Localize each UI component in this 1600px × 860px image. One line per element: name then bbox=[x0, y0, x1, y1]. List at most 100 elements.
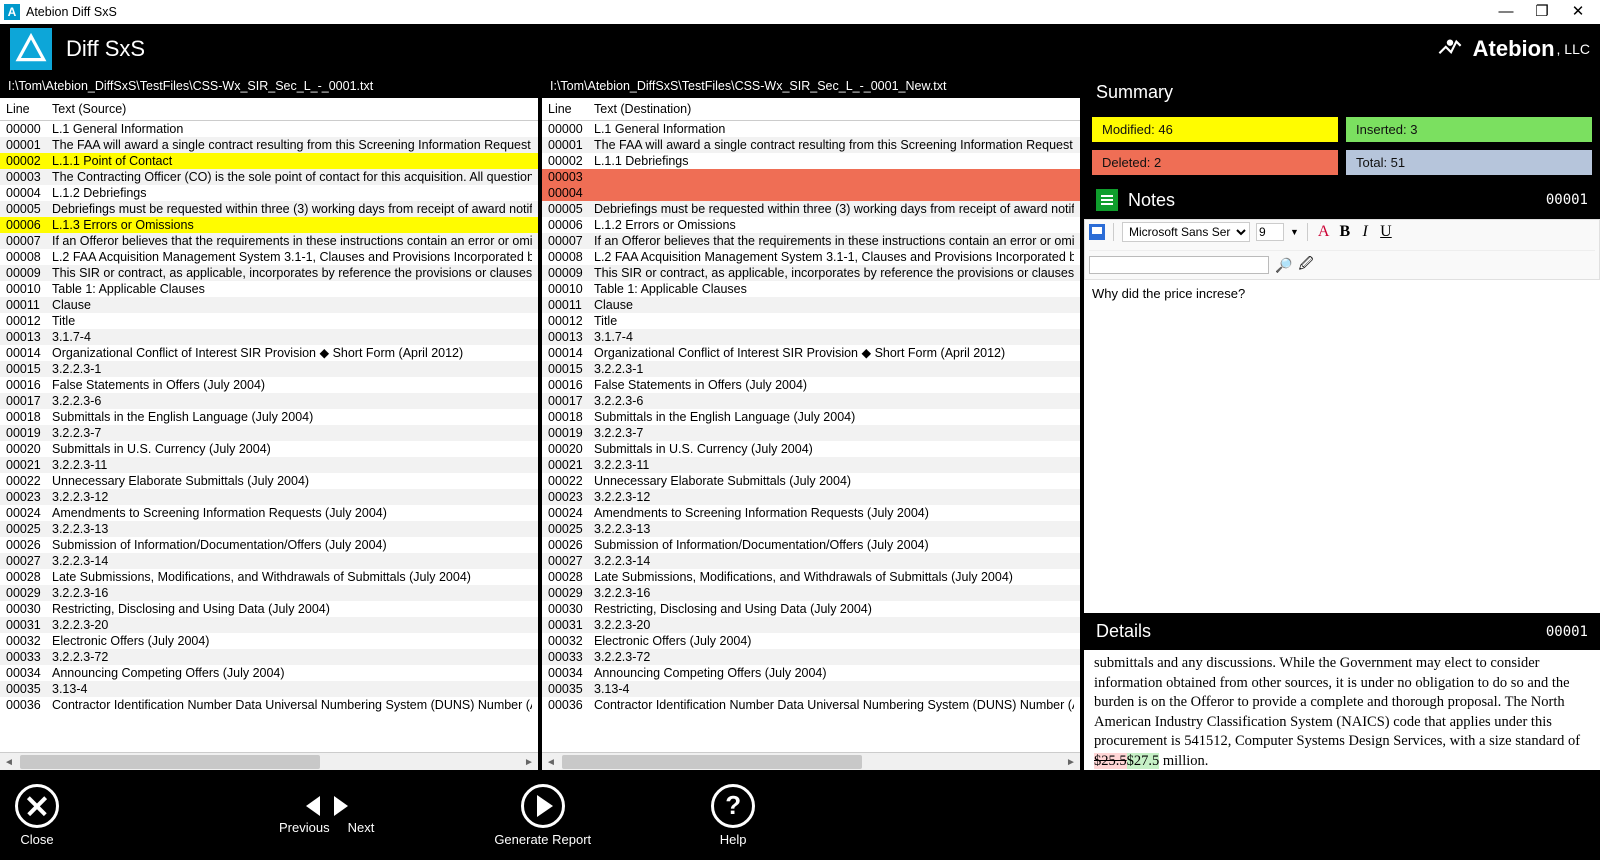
save-icon[interactable] bbox=[1089, 224, 1105, 240]
diff-row[interactable]: 000273.2.2.3-14 bbox=[542, 553, 1080, 569]
diff-row[interactable]: 00002L.1.1 Debriefings bbox=[542, 153, 1080, 169]
scroll-right-icon[interactable]: ► bbox=[520, 753, 538, 771]
diff-row[interactable]: 000233.2.2.3-12 bbox=[0, 489, 538, 505]
diff-row[interactable]: 00016False Statements in Offers (July 20… bbox=[542, 377, 1080, 393]
diff-row[interactable]: 000253.2.2.3-13 bbox=[542, 521, 1080, 537]
close-window-button[interactable]: ✕ bbox=[1560, 0, 1596, 24]
diff-row[interactable]: 000153.2.2.3-1 bbox=[0, 361, 538, 377]
diff-row[interactable]: 00003 bbox=[542, 169, 1080, 185]
diff-row[interactable]: 00005Debriefings must be requested withi… bbox=[0, 201, 538, 217]
scroll-right-icon[interactable]: ► bbox=[1062, 753, 1080, 771]
diff-row[interactable]: 000193.2.2.3-7 bbox=[0, 425, 538, 441]
diff-row[interactable]: 00032Electronic Offers (July 2004) bbox=[542, 633, 1080, 649]
diff-row[interactable]: 00014Organizational Conflict of Interest… bbox=[542, 345, 1080, 361]
size-dropdown-icon[interactable]: ▼ bbox=[1290, 227, 1299, 237]
diff-row[interactable]: 00001The FAA will award a single contrac… bbox=[0, 137, 538, 153]
diff-row[interactable]: 00012Title bbox=[0, 313, 538, 329]
badge-deleted[interactable]: Deleted: 2 bbox=[1092, 150, 1338, 175]
diff-row[interactable]: 000213.2.2.3-11 bbox=[542, 457, 1080, 473]
maximize-button[interactable]: ❐ bbox=[1524, 0, 1560, 24]
scroll-thumb[interactable] bbox=[562, 755, 862, 769]
underline-button[interactable]: U bbox=[1378, 223, 1394, 241]
diff-row[interactable]: 00010Table 1: Applicable Clauses bbox=[0, 281, 538, 297]
font-family-select[interactable]: Microsoft Sans Ser bbox=[1122, 222, 1250, 242]
diff-row[interactable]: 00006L.1.3 Errors or Omissions bbox=[0, 217, 538, 233]
diff-row[interactable]: 00016False Statements in Offers (July 20… bbox=[0, 377, 538, 393]
diff-row[interactable]: 000353.13-4 bbox=[0, 681, 538, 697]
find-icon[interactable]: 🔎 bbox=[1275, 257, 1292, 274]
diff-row[interactable]: 000333.2.2.3-72 bbox=[542, 649, 1080, 665]
notes-search-input[interactable] bbox=[1089, 256, 1269, 274]
badge-modified[interactable]: Modified: 46 bbox=[1092, 117, 1338, 142]
diff-row[interactable]: 00024Amendments to Screening Information… bbox=[542, 505, 1080, 521]
diff-row[interactable]: 000233.2.2.3-12 bbox=[542, 489, 1080, 505]
diff-row[interactable]: 00028Late Submissions, Modifications, an… bbox=[542, 569, 1080, 585]
font-size-input[interactable] bbox=[1256, 223, 1284, 241]
diff-row[interactable]: 00010Table 1: Applicable Clauses bbox=[542, 281, 1080, 297]
diff-row[interactable]: 000173.2.2.3-6 bbox=[542, 393, 1080, 409]
badge-total[interactable]: Total: 51 bbox=[1346, 150, 1592, 175]
diff-row[interactable]: 00022Unnecessary Elaborate Submittals (J… bbox=[542, 473, 1080, 489]
diff-row[interactable]: 00000L.1 General Information bbox=[0, 121, 538, 137]
diff-row[interactable]: 00003The Contracting Officer (CO) is the… bbox=[0, 169, 538, 185]
source-grid-body[interactable]: 00000L.1 General Information00001The FAA… bbox=[0, 121, 538, 752]
diff-row[interactable]: 00009This SIR or contract, as applicable… bbox=[542, 265, 1080, 281]
diff-row[interactable]: 00018Submittals in the English Language … bbox=[542, 409, 1080, 425]
diff-row[interactable]: 00008L.2 FAA Acquisition Management Syst… bbox=[542, 249, 1080, 265]
italic-button[interactable]: I bbox=[1358, 223, 1372, 241]
diff-row[interactable]: 000213.2.2.3-11 bbox=[0, 457, 538, 473]
scroll-left-icon[interactable]: ◄ bbox=[0, 753, 18, 771]
diff-row[interactable]: 00020Submittals in U.S. Currency (July 2… bbox=[0, 441, 538, 457]
diff-row[interactable]: 00022Unnecessary Elaborate Submittals (J… bbox=[0, 473, 538, 489]
help-button[interactable]: ? Help bbox=[711, 784, 755, 847]
diff-row[interactable]: 00036Contractor Identification Number Da… bbox=[0, 697, 538, 713]
diff-row[interactable]: 000273.2.2.3-14 bbox=[0, 553, 538, 569]
find-replace-icon[interactable]: 🖉 bbox=[1298, 253, 1313, 277]
close-button[interactable]: Close bbox=[15, 784, 59, 847]
diff-row[interactable]: 00011Clause bbox=[542, 297, 1080, 313]
diff-row[interactable]: 00026Submission of Information/Documenta… bbox=[542, 537, 1080, 553]
diff-row[interactable]: 00004L.1.2 Debriefings bbox=[0, 185, 538, 201]
diff-row[interactable]: 00006L.1.2 Errors or Omissions bbox=[542, 217, 1080, 233]
previous-button[interactable] bbox=[306, 796, 324, 816]
diff-row[interactable]: 00034Announcing Competing Offers (July 2… bbox=[542, 665, 1080, 681]
diff-row[interactable]: 00032Electronic Offers (July 2004) bbox=[0, 633, 538, 649]
diff-row[interactable]: 00030Restricting, Disclosing and Using D… bbox=[0, 601, 538, 617]
diff-row[interactable]: 000293.2.2.3-16 bbox=[0, 585, 538, 601]
diff-row[interactable]: 000333.2.2.3-72 bbox=[0, 649, 538, 665]
minimize-button[interactable]: — bbox=[1488, 0, 1524, 24]
badge-inserted[interactable]: Inserted: 3 bbox=[1346, 117, 1592, 142]
destination-grid-body[interactable]: 00000L.1 General Information00001The FAA… bbox=[542, 121, 1080, 752]
diff-row[interactable]: 00008L.2 FAA Acquisition Management Syst… bbox=[0, 249, 538, 265]
col-header-line[interactable]: Line bbox=[548, 102, 594, 116]
notes-textarea[interactable]: Why did the price increse? bbox=[1084, 280, 1600, 613]
diff-row[interactable]: 00036Contractor Identification Number Da… bbox=[542, 697, 1080, 713]
diff-row[interactable]: 00020Submittals in U.S. Currency (July 2… bbox=[542, 441, 1080, 457]
destination-hscrollbar[interactable]: ◄ ► bbox=[542, 752, 1080, 770]
col-header-text[interactable]: Text (Destination) bbox=[594, 102, 1074, 116]
font-color-button[interactable]: A bbox=[1316, 223, 1332, 241]
diff-row[interactable]: 00001The FAA will award a single contrac… bbox=[542, 137, 1080, 153]
diff-row[interactable]: 00004 bbox=[542, 185, 1080, 201]
diff-row[interactable]: 00024Amendments to Screening Information… bbox=[0, 505, 538, 521]
bold-button[interactable]: B bbox=[1337, 223, 1352, 241]
diff-row[interactable]: 00028Late Submissions, Modifications, an… bbox=[0, 569, 538, 585]
diff-row[interactable]: 00009This SIR or contract, as applicable… bbox=[0, 265, 538, 281]
diff-row[interactable]: 00012Title bbox=[542, 313, 1080, 329]
col-header-text[interactable]: Text (Source) bbox=[52, 102, 532, 116]
generate-report-button[interactable]: Generate Report bbox=[494, 784, 591, 847]
diff-row[interactable]: 000293.2.2.3-16 bbox=[542, 585, 1080, 601]
diff-row[interactable]: 000313.2.2.3-20 bbox=[0, 617, 538, 633]
diff-row[interactable]: 00007If an Offeror believes that the req… bbox=[542, 233, 1080, 249]
diff-row[interactable]: 00005Debriefings must be requested withi… bbox=[542, 201, 1080, 217]
diff-row[interactable]: 00007If an Offeror believes that the req… bbox=[0, 233, 538, 249]
source-hscrollbar[interactable]: ◄ ► bbox=[0, 752, 538, 770]
diff-row[interactable]: 000253.2.2.3-13 bbox=[0, 521, 538, 537]
diff-row[interactable]: 00034Announcing Competing Offers (July 2… bbox=[0, 665, 538, 681]
diff-row[interactable]: 000313.2.2.3-20 bbox=[542, 617, 1080, 633]
diff-row[interactable]: 00018Submittals in the English Language … bbox=[0, 409, 538, 425]
scroll-thumb[interactable] bbox=[20, 755, 320, 769]
diff-row[interactable]: 00011Clause bbox=[0, 297, 538, 313]
details-body[interactable]: submittals and any discussions. While th… bbox=[1084, 650, 1600, 770]
diff-row[interactable]: 000133.1.7-4 bbox=[542, 329, 1080, 345]
